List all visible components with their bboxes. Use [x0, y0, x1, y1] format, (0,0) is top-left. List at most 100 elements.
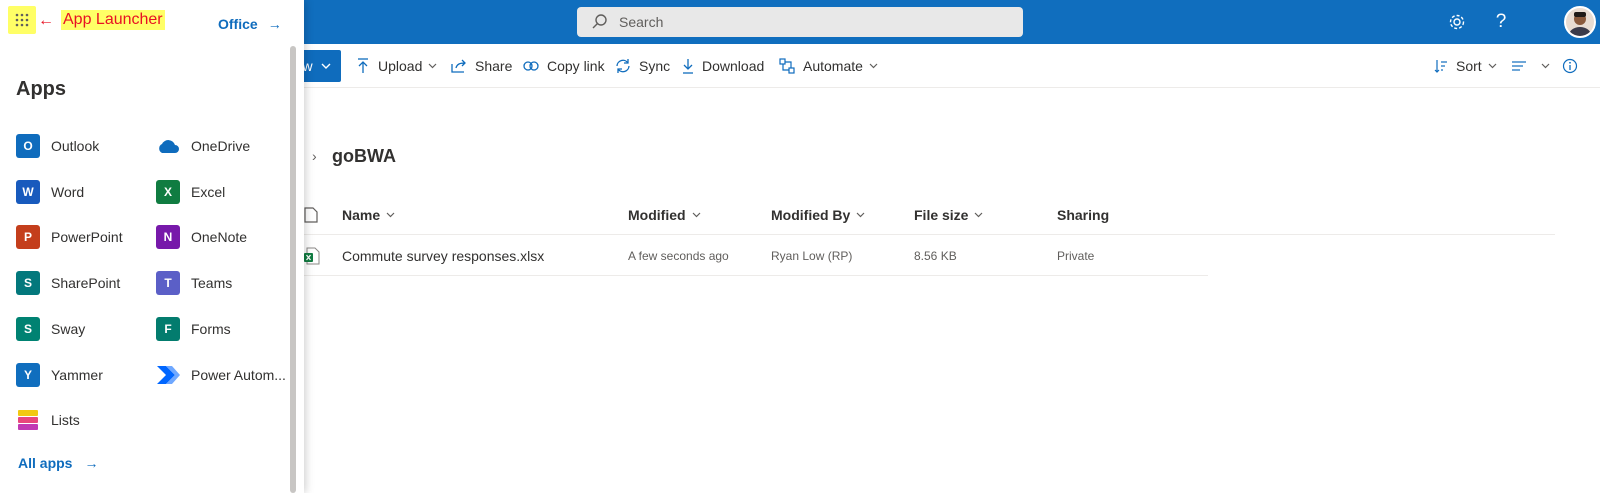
column-header-file-size-label: File size — [914, 207, 969, 223]
download-icon — [683, 59, 693, 74]
info-button[interactable] — [1562, 44, 1586, 88]
app-tile-outlook[interactable]: O Outlook — [16, 132, 99, 160]
all-apps-label: All apps — [18, 455, 73, 471]
app-label: PowerPoint — [51, 229, 123, 246]
copy-link-button[interactable]: Copy link — [523, 44, 605, 88]
onenote-icon: N — [156, 225, 180, 250]
sync-button[interactable]: Sync — [615, 44, 670, 88]
link-icon — [523, 61, 539, 71]
app-label: Outlook — [51, 138, 100, 154]
office-link-label: Office — [218, 16, 258, 32]
column-header-file-size[interactable]: File size — [914, 195, 983, 235]
automate-button[interactable]: Automate — [779, 44, 878, 88]
chevron-down-icon — [856, 212, 865, 218]
view-options-button[interactable] — [1511, 44, 1550, 88]
forms-icon: F — [156, 316, 180, 341]
app-tile-powerpoint[interactable]: P PowerPoint — [16, 223, 123, 251]
app-tile-sharepoint[interactable]: S SharePoint — [16, 269, 120, 297]
app-tile-onenote[interactable]: N OneNote — [156, 223, 247, 251]
file-type-header-icon[interactable] — [304, 195, 318, 235]
file-modified-by[interactable]: Ryan Low (RP) — [771, 236, 852, 276]
apps-heading: Apps — [16, 78, 66, 100]
chevron-down-icon — [869, 63, 878, 69]
app-tile-word[interactable]: W Word — [16, 178, 84, 206]
word-icon: W — [16, 179, 40, 204]
column-header-modified[interactable]: Modified — [628, 195, 701, 235]
share-label: Share — [475, 58, 513, 74]
sharepoint-icon: S — [16, 271, 40, 296]
share-icon — [451, 59, 466, 73]
sync-icon — [616, 59, 630, 73]
column-header-sharing-label: Sharing — [1057, 207, 1110, 223]
app-tile-sway[interactable]: S Sway — [16, 315, 85, 343]
search-icon — [592, 14, 607, 29]
column-header-name[interactable]: Name — [342, 195, 395, 235]
chevron-down-icon — [386, 212, 395, 218]
settings-icon[interactable] — [1446, 11, 1468, 33]
sort-icon — [1434, 60, 1447, 73]
chevron-down-icon — [321, 63, 331, 69]
app-tile-power-automate[interactable]: Power Autom... — [156, 361, 286, 389]
app-label: Yammer — [51, 366, 103, 383]
app-label: Excel — [191, 183, 226, 200]
onedrive-icon — [156, 134, 180, 158]
app-label: OneNote — [191, 229, 248, 246]
app-tile-yammer[interactable]: Y Yammer — [16, 361, 103, 389]
file-name[interactable]: Commute survey responses.xlsx — [342, 236, 544, 276]
share-button[interactable]: Share — [451, 44, 512, 88]
sort-button[interactable]: Sort — [1434, 44, 1497, 88]
automate-icon — [779, 58, 795, 74]
chevron-down-icon — [1488, 63, 1497, 69]
search-placeholder: Search — [619, 14, 664, 30]
upload-label: Upload — [378, 58, 423, 74]
teams-icon: T — [156, 271, 180, 296]
annotation-label: App Launcher — [61, 10, 165, 30]
search-box[interactable]: Search — [577, 7, 1023, 37]
app-label: Teams — [191, 275, 233, 292]
app-tile-onedrive[interactable]: OneDrive — [156, 132, 250, 160]
all-apps-link[interactable]: All apps → — [18, 455, 98, 471]
chevron-down-icon — [975, 212, 983, 218]
upload-button[interactable]: Upload — [356, 44, 437, 88]
chevron-down-icon — [428, 63, 437, 69]
app-launcher-waffle-icon[interactable] — [8, 6, 36, 34]
app-label: SharePoint — [51, 275, 121, 292]
column-header-modified-by-label: Modified By — [771, 207, 851, 223]
arrow-right-icon: → — [267, 16, 282, 32]
automate-label: Automate — [803, 58, 863, 74]
powerpoint-icon: P — [16, 225, 40, 250]
app-tile-teams[interactable]: T Teams — [156, 269, 232, 297]
avatar[interactable] — [1564, 6, 1596, 38]
breadcrumb-separator: › — [312, 148, 317, 164]
file-list-header: Name Modified Modified By File size Shar… — [300, 195, 1555, 235]
app-tile-forms[interactable]: F Forms — [156, 315, 231, 343]
app-launcher-panel: ← App Launcher Office → Apps O Outlook W Wo… — [0, 0, 304, 493]
lists-icon — [16, 408, 40, 432]
arrow-right-icon: → — [84, 455, 99, 471]
column-header-modified-by[interactable]: Modified By — [771, 195, 865, 235]
excel-icon: X — [156, 179, 180, 204]
file-sharing[interactable]: Private — [1057, 236, 1094, 276]
download-button[interactable]: Download — [682, 44, 764, 88]
table-row[interactable]: Commute survey responses.xlsx A few seco… — [300, 236, 1208, 276]
breadcrumb-current: goBWA — [332, 146, 396, 166]
copy-link-label: Copy link — [547, 58, 605, 74]
help-glyph: ? — [1495, 11, 1507, 32]
sync-label: Sync — [639, 58, 671, 74]
column-header-sharing[interactable]: Sharing — [1057, 195, 1109, 235]
panel-scrollbar[interactable] — [290, 46, 296, 493]
app-label: Power Autom... — [191, 366, 286, 383]
office-link[interactable]: Office → — [218, 16, 282, 32]
app-tile-excel[interactable]: X Excel — [156, 178, 225, 206]
excel-file-icon — [304, 236, 320, 276]
help-icon[interactable]: ? — [1490, 11, 1512, 33]
app-label: Forms — [191, 320, 231, 337]
app-label: Word — [51, 183, 85, 200]
app-label: Sway — [51, 320, 86, 337]
upload-icon — [358, 58, 368, 73]
app-tile-lists[interactable]: Lists — [16, 406, 80, 434]
annotation-arrow: ← — [38, 12, 54, 29]
sort-label: Sort — [1456, 58, 1482, 74]
chevron-down-icon — [1541, 63, 1550, 69]
chevron-down-icon — [692, 212, 700, 218]
